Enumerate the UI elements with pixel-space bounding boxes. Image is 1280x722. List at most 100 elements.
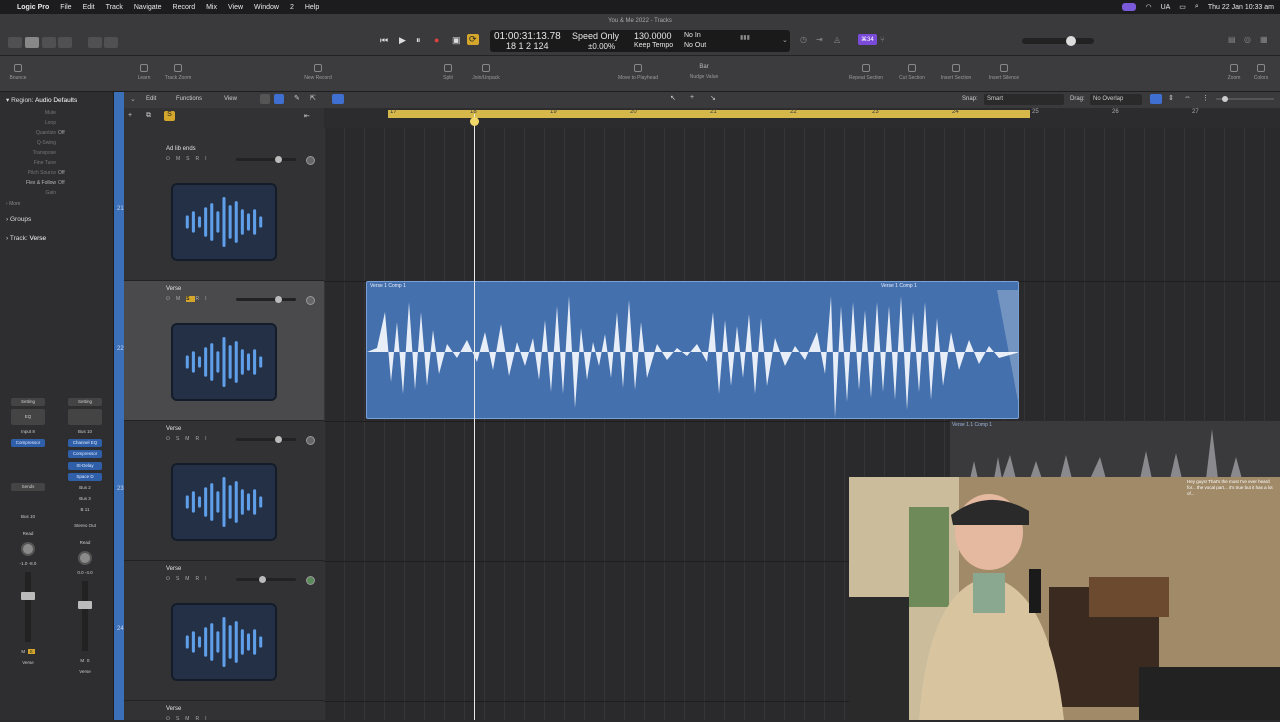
track-buttons[interactable]: ⏻MSRI: [166, 296, 212, 302]
browser-icon[interactable]: ▦: [1260, 35, 1268, 44]
new-record-button[interactable]: New Record: [288, 64, 348, 81]
catch-playhead-icon[interactable]: ⇤: [304, 112, 310, 120]
menu-file[interactable]: File: [60, 4, 71, 11]
eq-thumbnail[interactable]: EQ: [11, 409, 45, 425]
menu-navigate[interactable]: Navigate: [134, 4, 162, 11]
input-slot[interactable]: Input 8: [11, 428, 45, 436]
track-buttons[interactable]: ⏻SMRI: [166, 576, 212, 582]
track-header-21[interactable]: Ad lib ends ⏻MSRI: [124, 141, 324, 281]
track-pan-knob[interactable]: [306, 296, 315, 305]
menu-mix[interactable]: Mix: [206, 4, 217, 11]
vertical-zoom-icon[interactable]: ⇕: [1168, 94, 1174, 102]
audio-region-lower[interactable]: Verse 1.1 Comp 1: [950, 421, 1280, 481]
fade-tool-icon[interactable]: ↘: [710, 94, 716, 102]
global-solo-icon[interactable]: S: [164, 111, 175, 121]
automation-read[interactable]: Read: [11, 530, 45, 538]
output-slot[interactable]: Stereo Out: [68, 522, 102, 530]
track-name[interactable]: Ad lib ends: [166, 146, 196, 152]
menu-app-name[interactable]: Logic Pro: [17, 4, 49, 11]
battery-icon[interactable]: ▭: [1179, 3, 1186, 11]
marquee-tool-icon[interactable]: +: [690, 94, 694, 101]
pan-knob[interactable]: [78, 551, 92, 565]
lanes-icon[interactable]: [274, 94, 284, 104]
track-volume-slider[interactable]: [236, 576, 296, 583]
wifi-icon[interactable]: ◠: [1145, 3, 1151, 11]
track-pan-knob[interactable]: [306, 156, 315, 165]
insert-compressor[interactable]: Compressor: [11, 439, 45, 447]
mute-solo[interactable]: M S: [11, 648, 45, 656]
mute-button[interactable]: M: [21, 649, 25, 654]
volume-fader[interactable]: [78, 581, 92, 651]
record-icon[interactable]: ●: [434, 35, 439, 45]
audio-region[interactable]: Verse 1 Comp 1 Verse 1 Comp 1: [366, 281, 1019, 419]
snap-dropdown[interactable]: Smart: [984, 94, 1064, 105]
setting-button[interactable]: Setting: [68, 398, 102, 406]
insert-channel-eq[interactable]: Channel EQ: [68, 439, 102, 447]
nudge-value-control[interactable]: Bar Nudge Value: [674, 64, 734, 80]
waveform-zoom-icon[interactable]: [1150, 94, 1162, 104]
mute-solo[interactable]: M S: [68, 657, 102, 665]
stop-icon[interactable]: ▣: [452, 35, 461, 46]
track-name[interactable]: Verse: [166, 706, 181, 712]
more-disclosure[interactable]: › More: [6, 201, 20, 207]
rewind-icon[interactable]: ⏮: [380, 35, 388, 46]
pencil-icon[interactable]: ✎: [294, 94, 300, 102]
cycle-icon[interactable]: ⟳: [467, 34, 479, 45]
grid-icon[interactable]: [260, 94, 270, 104]
toolbar-icon[interactable]: [58, 37, 72, 48]
cycle-area[interactable]: [388, 110, 1030, 118]
zoom-slider[interactable]: [1216, 96, 1274, 102]
mixer-icon[interactable]: [88, 37, 102, 48]
input-slot[interactable]: Bus 10: [68, 428, 102, 436]
region-header[interactable]: ▾ Region: Audio Defaults: [6, 96, 77, 104]
clock[interactable]: Thu 22 Jan 10:33 am: [1208, 4, 1274, 11]
add-track-icon[interactable]: +: [128, 112, 132, 119]
send-bus2[interactable]: Bus 2: [68, 484, 102, 492]
track-header-22[interactable]: Verse ⏻MSRI: [124, 281, 324, 421]
help-icon[interactable]: [42, 37, 56, 48]
track-header-25[interactable]: Verse ⏻SMRI: [124, 701, 324, 722]
catch-icon[interactable]: [332, 94, 344, 104]
join-button[interactable]: Join/Unpack: [456, 64, 516, 81]
send-stdelay[interactable]: St-Delay: [68, 462, 102, 470]
send-b11[interactable]: B 11: [68, 506, 102, 514]
track-header-24[interactable]: Verse ⏻SMRI: [124, 561, 324, 701]
solo-button[interactable]: S: [27, 649, 35, 654]
track-header[interactable]: › Track: Verse: [6, 235, 46, 242]
insert-compressor[interactable]: Compressor: [68, 450, 102, 458]
tuning-fork-icon[interactable]: ⑂: [880, 35, 885, 44]
tuner-icon[interactable]: ◷: [800, 35, 807, 44]
playhead-handle[interactable]: [470, 117, 479, 126]
menu-record[interactable]: Record: [173, 4, 196, 11]
track-pan-knob[interactable]: [306, 436, 315, 445]
master-volume-slider[interactable]: [1022, 36, 1094, 46]
count-in-badge[interactable]: ⌘34: [858, 34, 877, 45]
play-icon[interactable]: ▶: [399, 35, 406, 46]
editors-icon[interactable]: [104, 37, 118, 48]
track-name[interactable]: Verse: [166, 426, 181, 432]
horizontal-zoom-icon[interactable]: ⇔: [1184, 94, 1191, 101]
edit-menu[interactable]: Edit: [146, 96, 156, 102]
track-zoom-button[interactable]: Track Zoom: [148, 64, 208, 81]
drag-dropdown[interactable]: No Overlap: [1090, 94, 1142, 105]
view-menu[interactable]: View: [224, 96, 237, 102]
search-icon[interactable]: ⌕: [1195, 3, 1199, 11]
replace-icon[interactable]: ⇥: [816, 35, 823, 44]
duplicate-track-icon[interactable]: ⧉: [146, 112, 151, 120]
pause-icon[interactable]: ⏸: [416, 35, 421, 46]
track-volume-slider[interactable]: [236, 156, 296, 163]
zoom-fit-icon[interactable]: ⇱: [310, 94, 316, 102]
chevron-down-icon[interactable]: ⌄: [130, 95, 136, 103]
menu-track[interactable]: Track: [106, 4, 123, 11]
pan-knob[interactable]: [21, 542, 35, 556]
track-volume-slider[interactable]: [236, 296, 296, 303]
more-options-icon[interactable]: ⋮: [1202, 94, 1209, 102]
move-to-playhead-button[interactable]: Move to Playhead: [608, 64, 668, 81]
menu-help[interactable]: Help: [305, 4, 319, 11]
output-slot[interactable]: Bus 10: [11, 513, 45, 521]
notepad-icon[interactable]: ▤: [1228, 35, 1236, 44]
menu-view[interactable]: View: [228, 4, 243, 11]
groups-header[interactable]: › Groups: [6, 216, 31, 223]
track-volume-slider[interactable]: [236, 436, 296, 443]
track-name[interactable]: Verse: [166, 286, 181, 292]
